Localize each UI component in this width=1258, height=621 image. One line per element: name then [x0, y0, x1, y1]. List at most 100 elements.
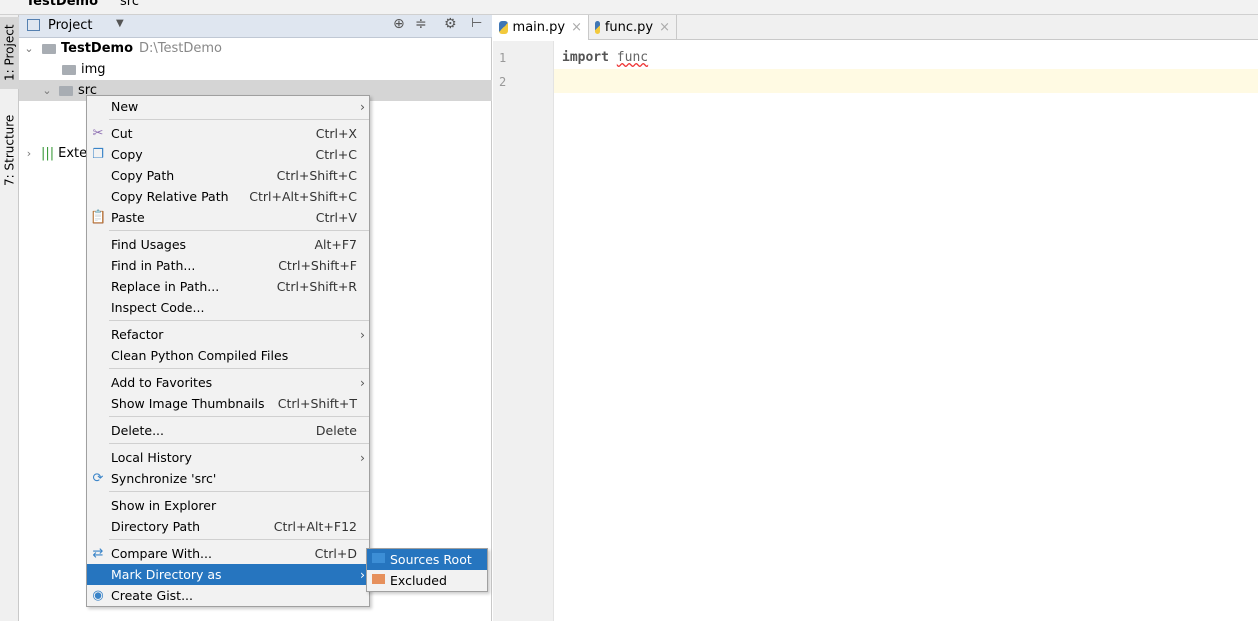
tree-item-img[interactable]: img [19, 59, 492, 80]
submenu-item-label: Excluded [390, 573, 447, 588]
tree-item-root[interactable]: ⌄ TestDemo D:\TestDemo [19, 38, 492, 59]
menu-item-add-to-favorites[interactable]: Add to Favorites › [87, 372, 369, 393]
menu-item-new[interactable]: New › [87, 96, 369, 117]
collapse-all-icon[interactable]: ≑ [415, 16, 427, 32]
chevron-right-icon[interactable]: › [21, 147, 37, 160]
menu-item-label: Copy Path [111, 168, 175, 183]
copy-icon: ❐ [92, 147, 104, 162]
folder-icon [42, 43, 56, 54]
menu-item-paste[interactable]: 📋 Paste Ctrl+V [87, 207, 369, 228]
compare-with-icon: ⇄ [92, 546, 104, 561]
chevron-right-icon: › [360, 567, 365, 582]
folder-icon [59, 85, 73, 96]
menu-item-label: Clean Python Compiled Files [111, 348, 289, 363]
menu-item-label: Refactor [111, 327, 164, 342]
img-label: img [81, 62, 106, 77]
menu-item-compare-with[interactable]: ⇄ Compare With... Ctrl+D [87, 543, 369, 564]
current-line-highlight [493, 69, 1258, 93]
code-editor[interactable]: import func [562, 50, 648, 65]
line-number: 2 [499, 75, 507, 89]
close-icon[interactable]: × [659, 20, 670, 35]
menu-item-label: Directory Path [111, 519, 201, 534]
project-view-selector[interactable]: Project [48, 18, 92, 33]
menu-item-label: New [111, 99, 139, 114]
mark-directory-submenu: Sources Root Excluded [366, 548, 488, 592]
breadcrumb-project[interactable]: TestDemo [26, 0, 98, 9]
menu-item-refactor[interactable]: Refactor › [87, 324, 369, 345]
project-panel-header: Project ▼ ⊕ ≑ ⚙ ⊢ [19, 15, 492, 38]
line-gutter: 1 2 [493, 41, 554, 621]
menu-item-label: Paste [111, 210, 145, 225]
menu-item-copy-path[interactable]: Copy Path Ctrl+Shift+C [87, 165, 369, 186]
shortcut: Ctrl+Alt+Shift+C [249, 189, 357, 204]
chevron-down-icon[interactable]: ⌄ [21, 42, 37, 55]
shortcut: Ctrl+D [314, 546, 357, 561]
tab-structure[interactable]: 7: Structure [0, 110, 19, 190]
shortcut: Ctrl+Alt+F12 [273, 519, 357, 534]
menu-item-find-usages[interactable]: Find Usages Alt+F7 [87, 234, 369, 255]
shortcut: Alt+F7 [314, 237, 357, 252]
menu-item-label: Show in Explorer [111, 498, 217, 513]
breadcrumb-src[interactable]: src [120, 0, 139, 9]
chevron-down-icon[interactable]: ⌄ [39, 84, 55, 97]
menu-item-cut[interactable]: ✂ Cut Ctrl+X [87, 123, 369, 144]
line-number: 1 [499, 51, 507, 65]
shortcut: Ctrl+V [315, 210, 357, 225]
menu-item-create-gist[interactable]: ◉ Create Gist... [87, 585, 369, 606]
python-file-icon [595, 21, 600, 34]
menu-item-copy[interactable]: ❐ Copy Ctrl+C [87, 144, 369, 165]
python-file-icon [499, 21, 508, 34]
menu-item-synchronize-src[interactable]: ⟳ Synchronize 'src' [87, 468, 369, 489]
chevron-right-icon: › [360, 450, 365, 465]
menu-item-show-in-explorer[interactable]: Show in Explorer [87, 495, 369, 516]
breadcrumb-bar: TestDemo src [0, 0, 1258, 15]
chevron-right-icon: › [360, 99, 365, 114]
menu-item-directory-path[interactable]: Directory Path Ctrl+Alt+F12 [87, 516, 369, 537]
external-label: Exte [58, 146, 88, 161]
menu-item-label: Cut [111, 126, 133, 141]
tab-label: func.py [604, 20, 654, 35]
keyword: import [562, 50, 609, 65]
menu-item-inspect-code[interactable]: Inspect Code... [87, 297, 369, 318]
editor-tabs: main.py × func.py × [493, 15, 1258, 40]
gear-icon[interactable]: ⚙ [444, 16, 457, 32]
tab-func-py[interactable]: func.py × [589, 15, 677, 40]
left-tool-strip: 1: Project 7: Structure [0, 15, 19, 621]
menu-item-label: Synchronize 'src' [111, 471, 217, 486]
shortcut: Ctrl+Shift+C [276, 168, 357, 183]
module-name: func [616, 50, 649, 65]
menu-item-mark-directory-as[interactable]: Mark Directory as › [87, 564, 369, 585]
tab-main-py[interactable]: main.py × [493, 15, 589, 40]
menu-item-find-in-path[interactable]: Find in Path... Ctrl+Shift+F [87, 255, 369, 276]
menu-item-label: Create Gist... [111, 588, 194, 603]
context-menu: New › ✂ Cut Ctrl+X ❐ Copy Ctrl+C Copy Path Ctrl+S… [86, 95, 370, 607]
hide-panel-icon[interactable]: ⊢ [471, 16, 482, 31]
submenu-item-sources-root[interactable]: Sources Root [367, 549, 487, 570]
folder-icon [370, 573, 386, 588]
locate-icon[interactable]: ⊕ [393, 16, 405, 32]
project-view-icon [27, 19, 40, 31]
chevron-down-icon[interactable]: ▼ [116, 18, 124, 29]
menu-item-label: Replace in Path... [111, 279, 220, 294]
shortcut: Ctrl+Shift+R [276, 279, 357, 294]
menu-item-label: Delete... [111, 423, 164, 438]
shortcut: Ctrl+Shift+T [277, 396, 357, 411]
menu-item-replace-in-path[interactable]: Replace in Path... Ctrl+Shift+R [87, 276, 369, 297]
tab-project[interactable]: 1: Project [0, 17, 19, 89]
menu-item-label: Mark Directory as [111, 567, 222, 582]
chevron-right-icon: › [360, 327, 365, 342]
menu-item-label: Find Usages [111, 237, 187, 252]
close-icon[interactable]: × [571, 20, 582, 35]
submenu-item-label: Sources Root [390, 552, 472, 567]
menu-item-local-history[interactable]: Local History › [87, 447, 369, 468]
shortcut: Ctrl+Shift+F [278, 258, 357, 273]
create-gist-icon: ◉ [92, 588, 104, 603]
menu-item-delete[interactable]: Delete... Delete [87, 420, 369, 441]
menu-item-clean-python-compiled-files[interactable]: Clean Python Compiled Files [87, 345, 369, 366]
menu-item-label: Copy Relative Path [111, 189, 229, 204]
submenu-item-excluded[interactable]: Excluded [367, 570, 487, 591]
menu-item-show-image-thumbnails[interactable]: Show Image Thumbnails Ctrl+Shift+T [87, 393, 369, 414]
menu-item-label: Show Image Thumbnails [111, 396, 265, 411]
menu-item-label: Copy [111, 147, 143, 162]
menu-item-copy-relative-path[interactable]: Copy Relative Path Ctrl+Alt+Shift+C [87, 186, 369, 207]
